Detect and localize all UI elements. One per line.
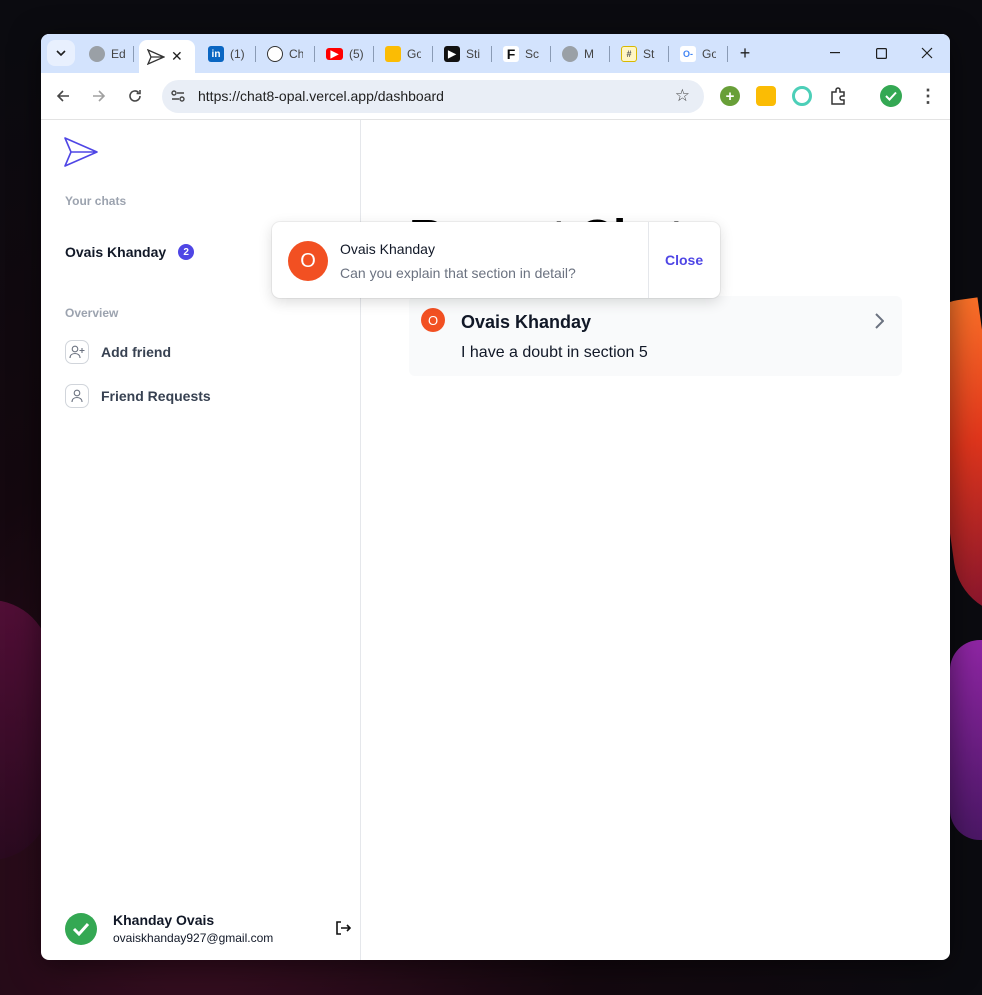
- chevron-right-icon: [874, 312, 885, 335]
- extension-plus-icon[interactable]: +: [720, 86, 740, 106]
- play-icon: ▶: [444, 46, 460, 62]
- paper-plane-icon: [147, 48, 165, 65]
- framer-icon: F: [503, 46, 519, 62]
- minimize-button[interactable]: [815, 40, 855, 66]
- profile-check-icon[interactable]: [880, 85, 902, 107]
- google-key-icon: O-: [680, 46, 696, 62]
- wallpaper-shape: [950, 640, 982, 840]
- minimize-icon: [830, 52, 840, 54]
- browser-toolbar: https://chat8-opal.vercel.app/dashboard …: [41, 73, 950, 120]
- user-icon: [65, 384, 89, 408]
- tab[interactable]: in (1): [208, 40, 244, 68]
- site-settings-icon[interactable]: [170, 88, 186, 104]
- tab[interactable]: ▶ Sti: [444, 40, 480, 68]
- avatar: O: [421, 308, 445, 332]
- tab[interactable]: F Sc: [503, 40, 539, 68]
- tab[interactable]: Go: [385, 40, 421, 68]
- new-tab-button[interactable]: +: [725, 40, 765, 66]
- tab[interactable]: O- Go: [680, 40, 716, 68]
- tab-search-button[interactable]: [47, 40, 75, 66]
- google-keep-icon: [385, 46, 401, 62]
- chat-last-message: I have a doubt in section 5: [461, 344, 648, 361]
- bookmark-star-icon[interactable]: ☆: [675, 86, 690, 106]
- reload-button[interactable]: [122, 83, 148, 109]
- extension-target-icon[interactable]: [792, 86, 812, 106]
- arrow-left-icon: [56, 90, 69, 102]
- message-toast[interactable]: O Ovais Khanday Can you explain that sec…: [272, 222, 720, 298]
- close-window-button[interactable]: [907, 40, 947, 66]
- github-icon: [562, 46, 578, 62]
- check-icon: [72, 922, 90, 936]
- sidebar-chat-item[interactable]: Ovais Khanday 2: [65, 244, 195, 260]
- tab[interactable]: ▶ (5): [326, 40, 363, 68]
- github-icon: [89, 46, 105, 62]
- toast-sender: Ovais Khanday: [340, 241, 435, 257]
- profile-email: ovaiskhanday927@gmail.com: [113, 931, 274, 945]
- address-bar[interactable]: https://chat8-opal.vercel.app/dashboard …: [162, 80, 704, 113]
- your-chats-label: Your chats: [65, 194, 127, 208]
- avatar: [65, 912, 97, 945]
- profile-name: Khanday Ovais: [113, 912, 215, 928]
- url-text[interactable]: https://chat8-opal.vercel.app/dashboard: [198, 88, 444, 104]
- close-button[interactable]: Close: [665, 252, 703, 268]
- chat-name: Ovais Khanday: [65, 244, 167, 260]
- avatar: O: [288, 241, 328, 281]
- tab[interactable]: Ch: [267, 40, 303, 68]
- browser-window: Ed ✕ in (1) Ch ▶ (5) Go ▶ Sti F Sc M # S…: [41, 34, 950, 960]
- arrow-right-icon: [93, 90, 106, 102]
- tab-active[interactable]: ✕: [139, 40, 195, 73]
- hash-icon: #: [621, 46, 637, 62]
- tab[interactable]: M: [562, 40, 598, 68]
- logout-icon: [336, 921, 351, 935]
- sidebar-item-add-friend[interactable]: Add friend: [65, 340, 171, 364]
- unread-badge: 2: [178, 244, 195, 260]
- sidebar-item-label: Friend Requests: [101, 388, 211, 404]
- youtube-icon: ▶: [326, 48, 343, 60]
- back-button[interactable]: [50, 83, 76, 109]
- chevron-down-icon: [56, 49, 66, 56]
- reload-icon: [129, 90, 141, 102]
- maximize-button[interactable]: [861, 40, 901, 66]
- tab-strip: Ed ✕ in (1) Ch ▶ (5) Go ▶ Sti F Sc M # S…: [41, 34, 950, 73]
- maximize-icon: [875, 47, 887, 59]
- puzzle-icon[interactable]: [828, 86, 848, 106]
- toast-message: Can you explain that section in detail?: [340, 265, 576, 281]
- logo-icon[interactable]: [63, 136, 99, 173]
- more-menu-icon[interactable]: ⋮: [915, 83, 941, 109]
- divider: [648, 222, 649, 298]
- linkedin-icon: in: [208, 46, 224, 62]
- user-profile: Khanday Ovais ovaiskhanday927@gmail.com: [65, 912, 335, 945]
- chat-name: Ovais Khanday: [461, 312, 592, 332]
- user-plus-icon: [65, 340, 89, 364]
- google-keep-extension-icon[interactable]: [756, 86, 776, 106]
- app-container: Your chats Ovais Khanday 2 Overview Add …: [41, 120, 950, 960]
- tab[interactable]: # St: [621, 40, 657, 68]
- recent-chat-card[interactable]: O Ovais Khanday I have a doubt in sectio…: [409, 296, 902, 376]
- sidebar-item-label: Add friend: [101, 344, 171, 360]
- sign-out-button[interactable]: [333, 918, 353, 938]
- close-icon: [921, 47, 933, 59]
- chatgpt-icon: [267, 46, 283, 62]
- close-tab-icon[interactable]: ✕: [171, 48, 183, 65]
- tab[interactable]: Ed: [89, 40, 125, 68]
- overview-label: Overview: [65, 306, 119, 320]
- sidebar-item-friend-requests[interactable]: Friend Requests: [65, 384, 211, 408]
- forward-button[interactable]: [86, 83, 112, 109]
